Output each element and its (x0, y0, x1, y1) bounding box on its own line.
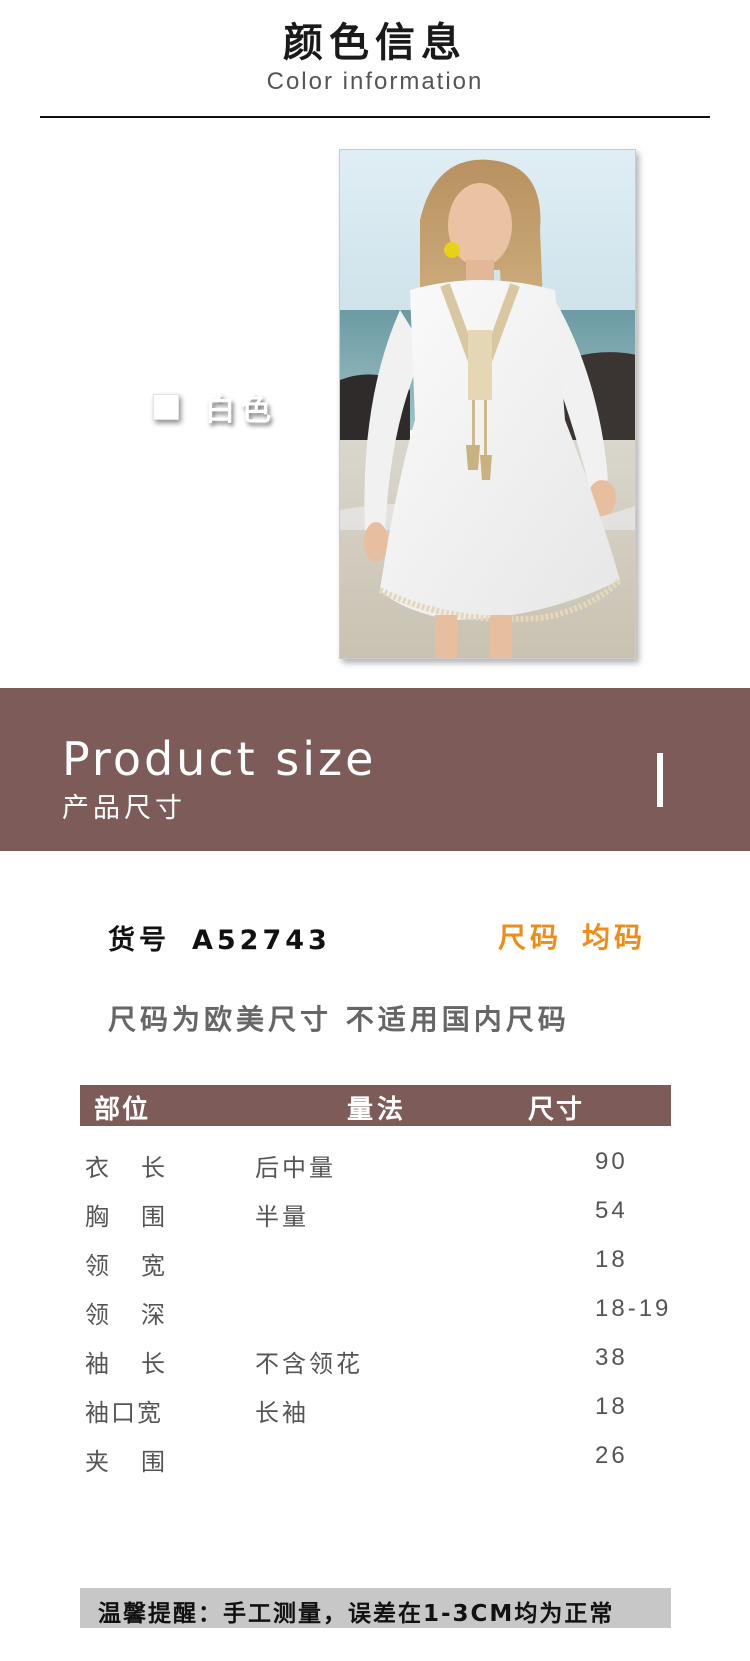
sku-value: A52743 (192, 925, 331, 956)
color-swatch-label: 白色 (205, 393, 277, 428)
table-row: 夹围 26 (0, 1434, 750, 1483)
color-section-subtitle: Color information (266, 68, 484, 95)
table-row: 胸围 半量 54 (0, 1189, 750, 1238)
header-part: 部位 (94, 1095, 151, 1125)
row-method: 半量 (255, 1203, 309, 1231)
color-swatch-white (153, 394, 179, 420)
row-part: 袖长 (85, 1350, 167, 1378)
row-value: 18 (595, 1246, 628, 1273)
size-option-line: 尺码 均码 (498, 916, 646, 956)
header-method: 量法 (347, 1095, 408, 1125)
row-part: 衣长 (85, 1154, 167, 1182)
size-option-value: 均码 (582, 921, 647, 954)
table-row: 领宽 18 (0, 1238, 750, 1287)
title-divider (40, 116, 710, 118)
row-value: 54 (595, 1197, 628, 1224)
row-value: 18 (595, 1393, 628, 1420)
table-row: 袖口宽 长袖 18 (0, 1385, 750, 1434)
product-size-title-cn: 产品尺寸 (62, 793, 186, 824)
row-part: 夹围 (85, 1448, 167, 1476)
row-value: 38 (595, 1344, 628, 1371)
size-table-rows: 衣长 后中量 90 胸围 半量 54 领宽 18 领深 18-19 袖长 不含领… (0, 1140, 750, 1483)
banner-accent-bar (657, 753, 663, 807)
row-part: 胸围 (85, 1203, 167, 1231)
row-value: 26 (595, 1442, 628, 1469)
product-size-title-en: Product size (62, 732, 377, 786)
row-value: 18-19 (595, 1295, 672, 1322)
size-standard-note: 尺码为欧美尺寸 不适用国内尺码 (108, 1003, 570, 1036)
size-table-header: 部位 量法 尺寸（CM） (80, 1085, 671, 1162)
row-method: 不含领花 (255, 1350, 363, 1378)
table-row: 领深 18-19 (0, 1287, 750, 1336)
measurement-tip-banner: 温馨提醒：手工测量，误差在1-3CM均为正常 (80, 1588, 671, 1628)
product-photo (339, 149, 636, 659)
model-in-white-dress-image (340, 150, 635, 658)
product-size-banner: Product size 产品尺寸 (0, 688, 750, 851)
row-part: 领宽 (85, 1252, 167, 1280)
row-value: 90 (595, 1148, 628, 1175)
row-part: 袖口宽 (85, 1399, 163, 1427)
table-row: 袖长 不含领花 38 (0, 1336, 750, 1385)
row-method: 长袖 (255, 1399, 309, 1427)
measurement-tip-text: 温馨提醒：手工测量，误差在1-3CM均为正常 (98, 1601, 615, 1627)
color-section-title: 颜色信息 (283, 20, 467, 66)
table-row: 衣长 后中量 90 (0, 1140, 750, 1189)
sku-line: 货号 A52743 (108, 918, 331, 957)
sku-label: 货号 (108, 925, 170, 956)
size-option-label: 尺码 (498, 921, 563, 954)
color-swatch-option[interactable]: 白色 (153, 385, 277, 429)
row-part: 领深 (85, 1301, 167, 1329)
row-method: 后中量 (255, 1154, 336, 1182)
